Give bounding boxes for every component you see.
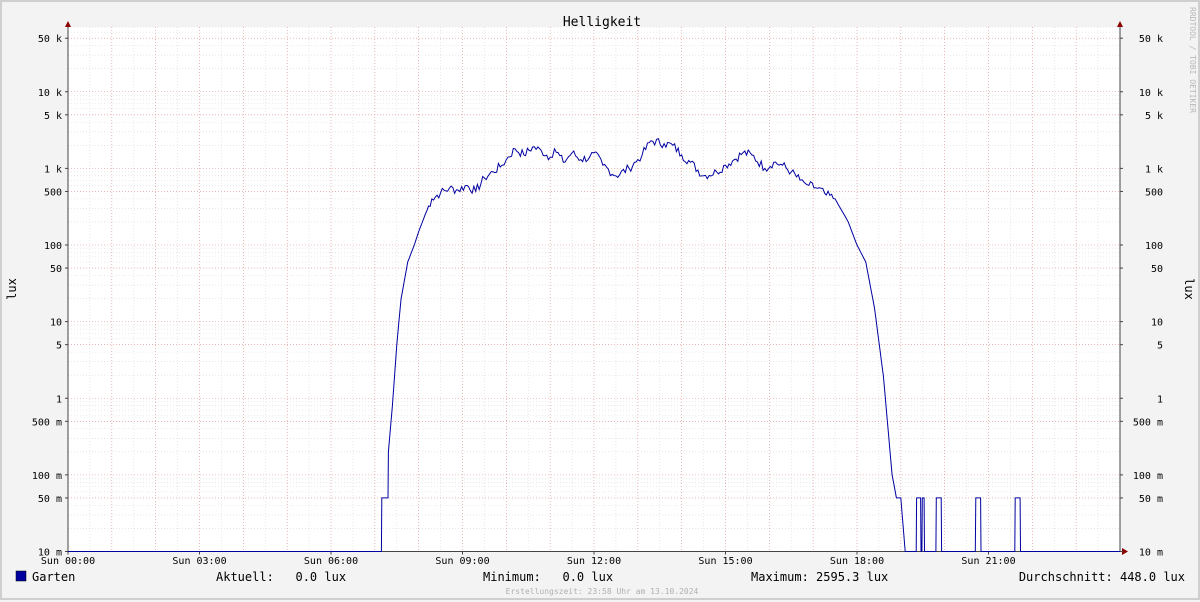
y-tick-label-left: 50 m	[38, 494, 62, 505]
x-tick-label: Sun 12:00	[567, 556, 621, 567]
legend-swatch	[15, 570, 27, 582]
y-tick-label-left: 50 k	[38, 34, 62, 45]
y-tick-label-left: 10 m	[38, 548, 62, 559]
y-tick-label-right: 1 k	[1145, 164, 1163, 175]
y-tick-label-right: 100	[1145, 241, 1163, 252]
y-tick-label-right: 500	[1145, 187, 1163, 198]
y-tick-label-left: 500	[44, 187, 62, 198]
y-tick-label-left: 500 m	[32, 417, 62, 428]
y-tick-label-left: 10 k	[38, 88, 62, 99]
y-tick-label-left: 1 k	[44, 164, 62, 175]
y-tick-label-right: 10	[1151, 318, 1163, 329]
y-tick-label-right: 10 m	[1139, 548, 1163, 559]
y-tick-label-right: 5	[1157, 341, 1163, 352]
y-tick-label-left: 5	[56, 341, 62, 352]
y-tick-label-right: 50 k	[1139, 34, 1163, 45]
y-tick-label-left: 10	[50, 318, 62, 329]
y-tick-label-right: 50 m	[1139, 494, 1163, 505]
x-tick-label: Sun 09:00	[435, 556, 489, 567]
x-tick-label: Sun 21:00	[961, 556, 1015, 567]
y-axis-label-right: lux	[1182, 278, 1196, 300]
legend-aktuell: Aktuell: 0.0 lux	[216, 570, 346, 584]
y-tick-label-left: 50	[50, 264, 62, 275]
chart-canvas: Sun 00:00 Sun 03:00 Sun 06:00 Sun 09:00 Sun …	[0, 0, 1200, 600]
x-tick-label: Sun 15:00	[698, 556, 752, 567]
x-tick-label: Sun 06:00	[304, 556, 358, 567]
y-tick-label-right: 100 m	[1133, 471, 1163, 482]
x-tick-label: Sun 03:00	[172, 556, 226, 567]
y-tick-label-right: 10 k	[1139, 88, 1163, 99]
legend-series-name: Garten	[32, 570, 75, 584]
x-tick-label: Sun 18:00	[830, 556, 884, 567]
y-tick-label-right: 500 m	[1133, 417, 1163, 428]
legend-minimum: Minimum: 0.0 lux	[483, 570, 613, 584]
chart-svg: Sun 00:00 Sun 03:00 Sun 06:00 Sun 09:00 Sun …	[5, 7, 1197, 596]
y-axis-left-arrow	[65, 21, 71, 27]
x-tick-group: Sun 00:00 Sun 03:00 Sun 06:00 Sun 09:00 Sun …	[41, 551, 1016, 567]
y-tick-label-left: 5 k	[44, 111, 62, 122]
y-tick-label-right: 1	[1157, 394, 1163, 405]
y-tick-label-left: 1	[56, 394, 62, 405]
y-axis-right-arrow	[1117, 21, 1123, 27]
watermark: RRDTOOL / TOBI OETIKER	[1188, 7, 1197, 113]
chart-title: Helligkeit	[563, 15, 641, 30]
y-tick-label-left: 100 m	[32, 471, 62, 482]
legend-maximum: Maximum: 2595.3 lux	[751, 570, 888, 584]
y-tick-label-right: 5 k	[1145, 111, 1163, 122]
y-tick-label-right: 50	[1151, 264, 1163, 275]
legend-durchschnitt: Durchschnitt: 448.0 lux	[1019, 570, 1185, 584]
y-axis-label-left: lux	[5, 278, 19, 300]
y-tick-label-left: 100	[44, 241, 62, 252]
footer-timestamp: Erstellungszeit: 23:58 Uhr am 13.10.2024	[506, 587, 699, 596]
